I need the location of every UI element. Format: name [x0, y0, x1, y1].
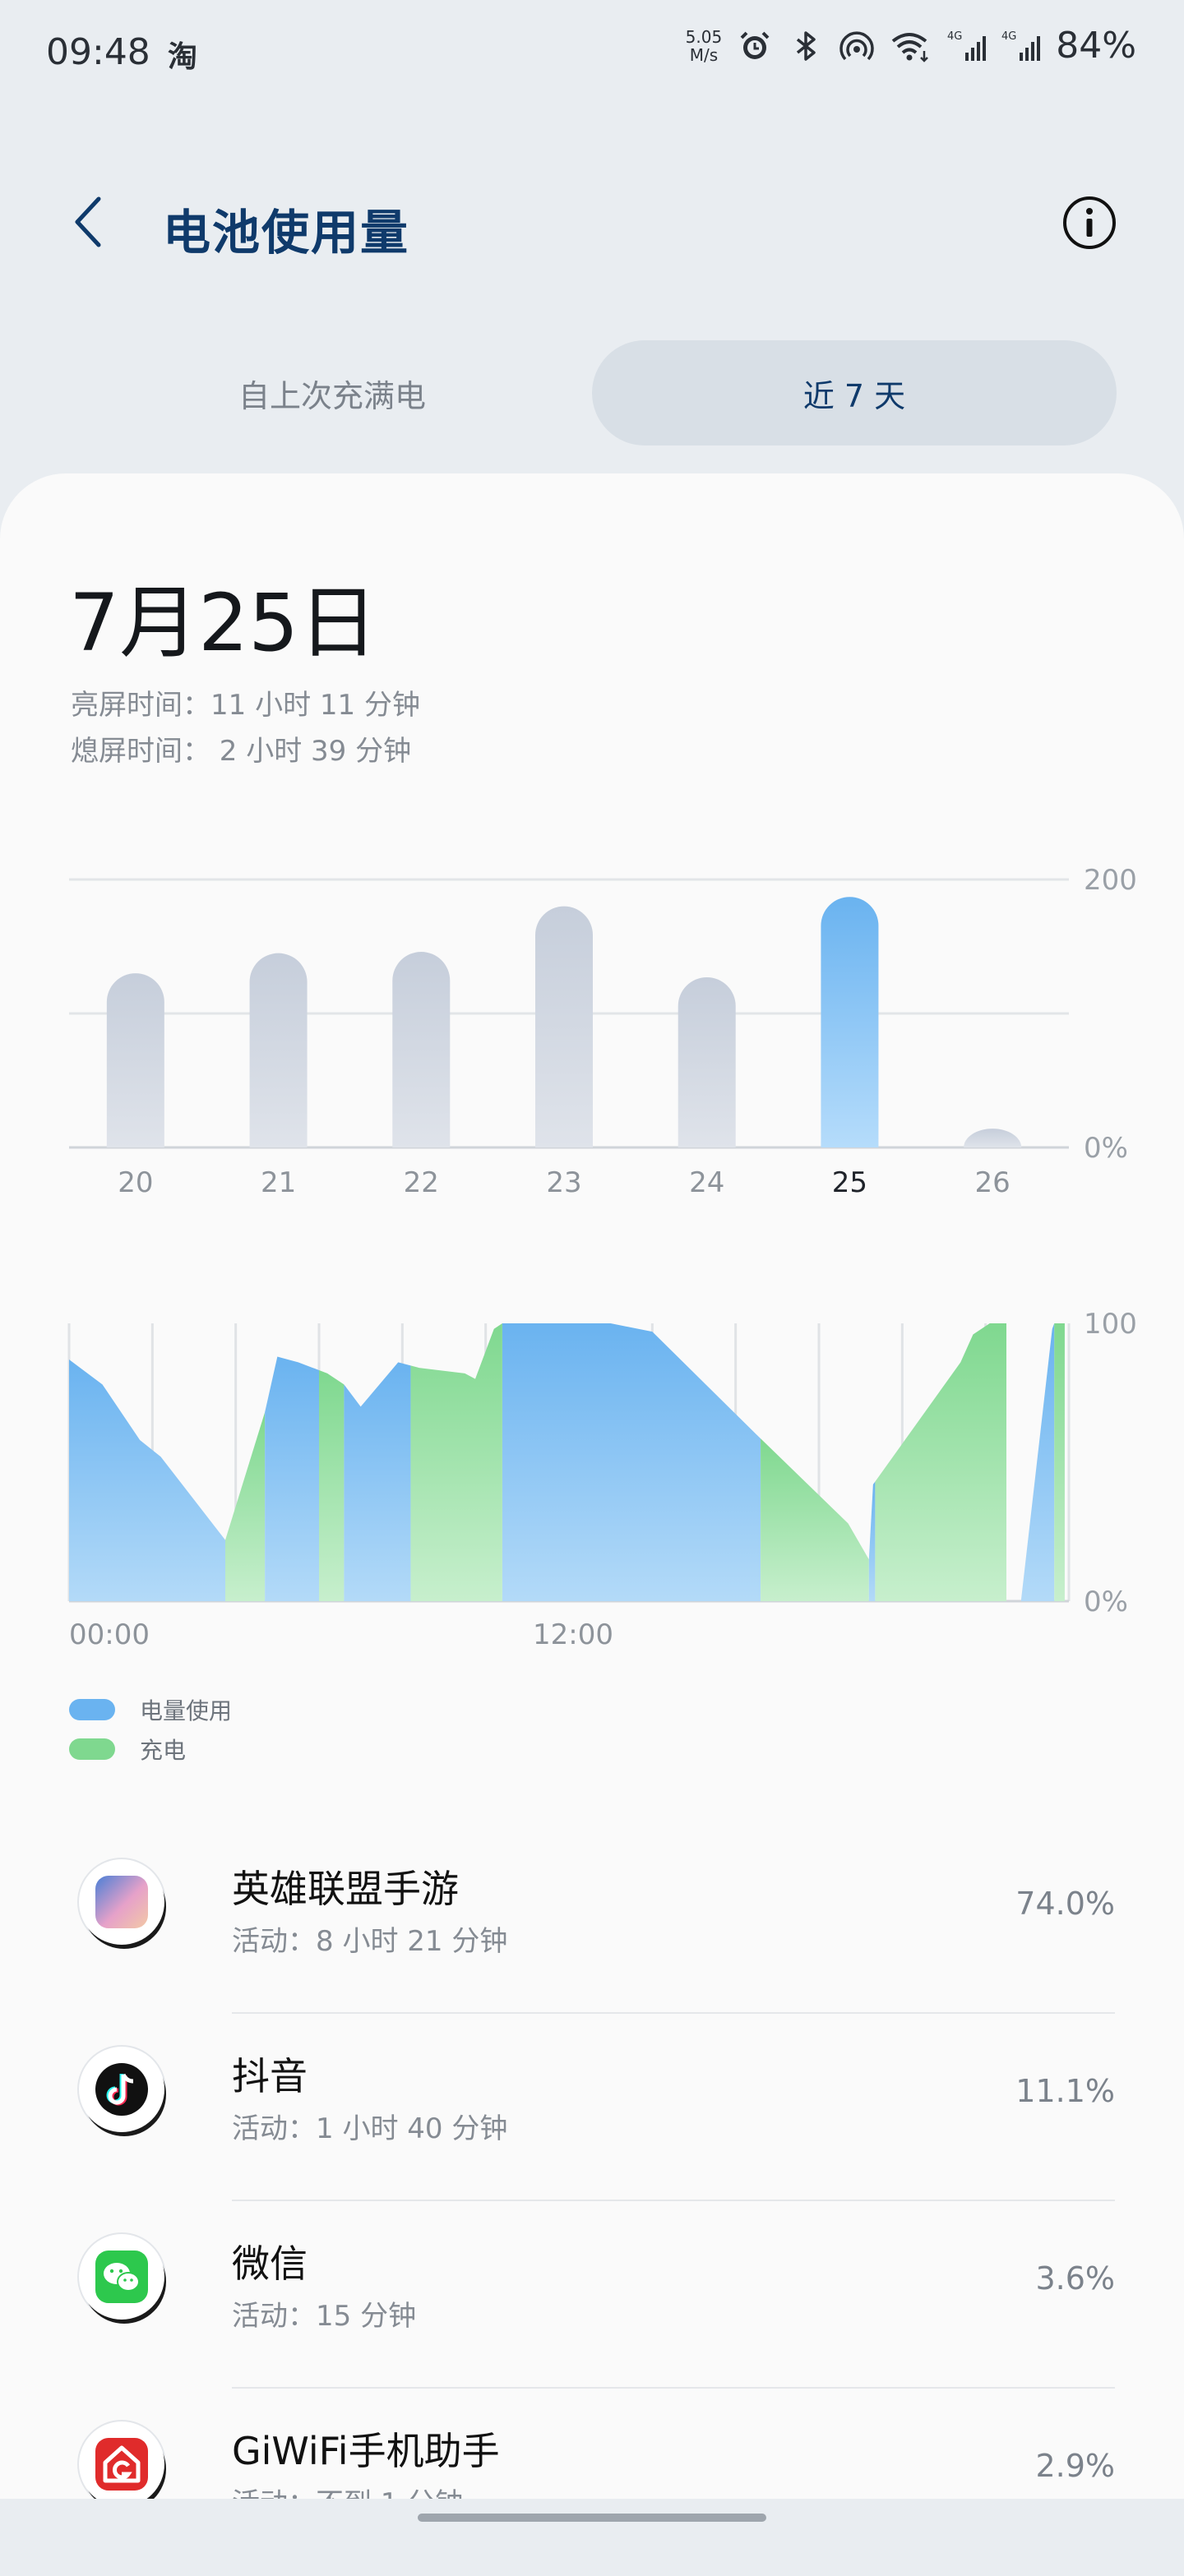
- app-usage-list: 英雄联盟手游 活动：8 小时 21 分钟 74.0% 抖音 活动：1 小时 40…: [0, 1826, 1184, 2576]
- legend-usage-label: 电量使用: [140, 1697, 233, 1724]
- usage-segment-4: [344, 1362, 411, 1601]
- gesture-bar: [0, 2499, 1184, 2538]
- wifi-icon: [891, 32, 929, 62]
- signal-4g-icon: 4G: [1001, 30, 1041, 61]
- network-speed: 5.05 M/s: [686, 28, 723, 64]
- home-indicator[interactable]: [418, 2514, 766, 2522]
- list-item[interactable]: 英雄联盟手游 活动：8 小时 21 分钟 74.0%: [0, 1826, 1184, 2014]
- app-header: 电池使用量: [0, 164, 1184, 279]
- app-name: 英雄联盟手游: [232, 1867, 459, 1911]
- charging-segment-1: [225, 1412, 266, 1601]
- selected-date: 7月25日: [69, 577, 378, 669]
- usage-segment-8: [868, 1481, 876, 1601]
- battery-level: 84%: [1056, 25, 1136, 67]
- charging-segment-5: [410, 1323, 502, 1601]
- usage-segment-2: [265, 1356, 319, 1601]
- bluetooth-icon: [797, 30, 816, 61]
- app-name: GiWiFi手机助手: [232, 2429, 500, 2473]
- giwifi-icon: [79, 2421, 164, 2507]
- screen-on-time: 亮屏时间：11 小时 11 分钟: [71, 689, 420, 722]
- tab-since-last-full-charge[interactable]: 自上次充满电: [74, 340, 590, 445]
- app-activity: 活动：1 小时 40 分钟: [232, 2112, 508, 2145]
- taobao-notification-icon: 淘: [168, 40, 198, 74]
- app-percent: 3.6%: [1035, 2260, 1115, 2297]
- battery-level-area-chart: 100 0% 00:00 12:00: [67, 1308, 1137, 1651]
- network-speed-unit: M/s: [689, 44, 719, 65]
- list-item[interactable]: 微信 活动：15 分钟 3.6%: [0, 2201, 1184, 2389]
- hotspot-icon: [839, 30, 874, 60]
- screen-off-time: 熄屏时间： 2 小时 39 分钟: [71, 735, 412, 768]
- page-title: 电池使用量: [163, 205, 410, 261]
- bar-24[interactable]: [678, 976, 736, 1147]
- legend-usage: 电量使用: [69, 1690, 232, 1729]
- app-activity: 活动：8 小时 21 分钟: [232, 1925, 508, 1958]
- x-tick-label[interactable]: 24: [689, 1166, 724, 1199]
- app-name: 抖音: [232, 2054, 308, 2098]
- usage-segment-10: [1020, 1323, 1055, 1601]
- app-percent: 2.9%: [1035, 2448, 1115, 2484]
- bar-26[interactable]: [964, 1129, 1022, 1147]
- tab-last-7-days[interactable]: 近 7 天: [592, 340, 1117, 445]
- douyin-note-icon: [106, 2073, 134, 2106]
- status-bar: 09:48 淘 5.05 M/s 4G 4G 84%: [0, 0, 1184, 107]
- giwifi-house-icon: [103, 2445, 141, 2483]
- info-icon[interactable]: [1061, 194, 1118, 252]
- y-tick-label: 0%: [1084, 1586, 1128, 1618]
- y-tick-label: 0%: [1084, 1132, 1128, 1165]
- league-of-legends-icon: [79, 1859, 164, 1945]
- usage-segment-0: [69, 1359, 225, 1601]
- bar-21[interactable]: [249, 953, 308, 1147]
- usage-segment-6: [502, 1323, 761, 1601]
- app-activity: 活动：15 分钟: [232, 2300, 417, 2333]
- wechat-bubbles-icon: [104, 2263, 140, 2292]
- alarm-icon: [740, 31, 770, 59]
- x-tick-label: 00:00: [69, 1618, 150, 1651]
- x-tick-label[interactable]: 21: [261, 1166, 296, 1199]
- wechat-icon: [79, 2234, 164, 2320]
- charging-segment-9: [875, 1323, 1006, 1601]
- svg-text:4G: 4G: [1001, 30, 1016, 43]
- app-percent: 74.0%: [1015, 1886, 1115, 1922]
- status-time: 09:48: [46, 31, 150, 73]
- app-name: 微信: [232, 2241, 308, 2286]
- x-tick-label[interactable]: 25: [832, 1166, 867, 1199]
- status-icons: 5.05 M/s 4G 4G 84%: [686, 25, 1136, 67]
- app-percent: 11.1%: [1015, 2073, 1115, 2109]
- charging-segment-3: [319, 1369, 345, 1601]
- x-tick-label[interactable]: 22: [404, 1166, 439, 1199]
- chart-legend: 电量使用 充电: [69, 1690, 232, 1769]
- y-tick-label: 200: [1084, 864, 1137, 897]
- legend-charging-label: 充电: [140, 1737, 187, 1764]
- y-tick-label: 100: [1084, 1308, 1137, 1341]
- list-item[interactable]: 抖音 活动：1 小时 40 分钟 11.1%: [0, 2014, 1184, 2201]
- signal-4g-icon: 4G: [947, 30, 987, 61]
- charging-segment-7: [761, 1438, 869, 1601]
- x-tick-label: 12:00: [533, 1618, 613, 1651]
- period-tabs: 自上次充满电 近 7 天: [74, 340, 1117, 445]
- chevron-left-icon[interactable]: [64, 189, 113, 255]
- douyin-icon: [79, 2047, 164, 2132]
- x-tick-label[interactable]: 23: [546, 1166, 581, 1199]
- bar-23[interactable]: [535, 906, 593, 1147]
- bar-25[interactable]: [821, 897, 879, 1147]
- bar-22[interactable]: [392, 952, 451, 1147]
- network-speed-value: 5.05: [685, 26, 723, 47]
- svg-text:4G: 4G: [947, 30, 962, 43]
- legend-charging: 充电: [69, 1729, 232, 1769]
- x-tick-label[interactable]: 26: [975, 1166, 1011, 1199]
- charging-segment-11: [1054, 1323, 1065, 1601]
- bar-20[interactable]: [106, 973, 164, 1147]
- daily-usage-bar-chart[interactable]: 200 0% 20 21 22 23 24 25 26: [0, 855, 1184, 1216]
- x-tick-label[interactable]: 20: [118, 1166, 153, 1199]
- list-item[interactable]: GiWiFi手机助手 活动：不到 1 分钟 2.9%: [0, 2389, 1184, 2576]
- legend-charging-swatch: [69, 1738, 115, 1760]
- legend-usage-swatch: [69, 1699, 115, 1720]
